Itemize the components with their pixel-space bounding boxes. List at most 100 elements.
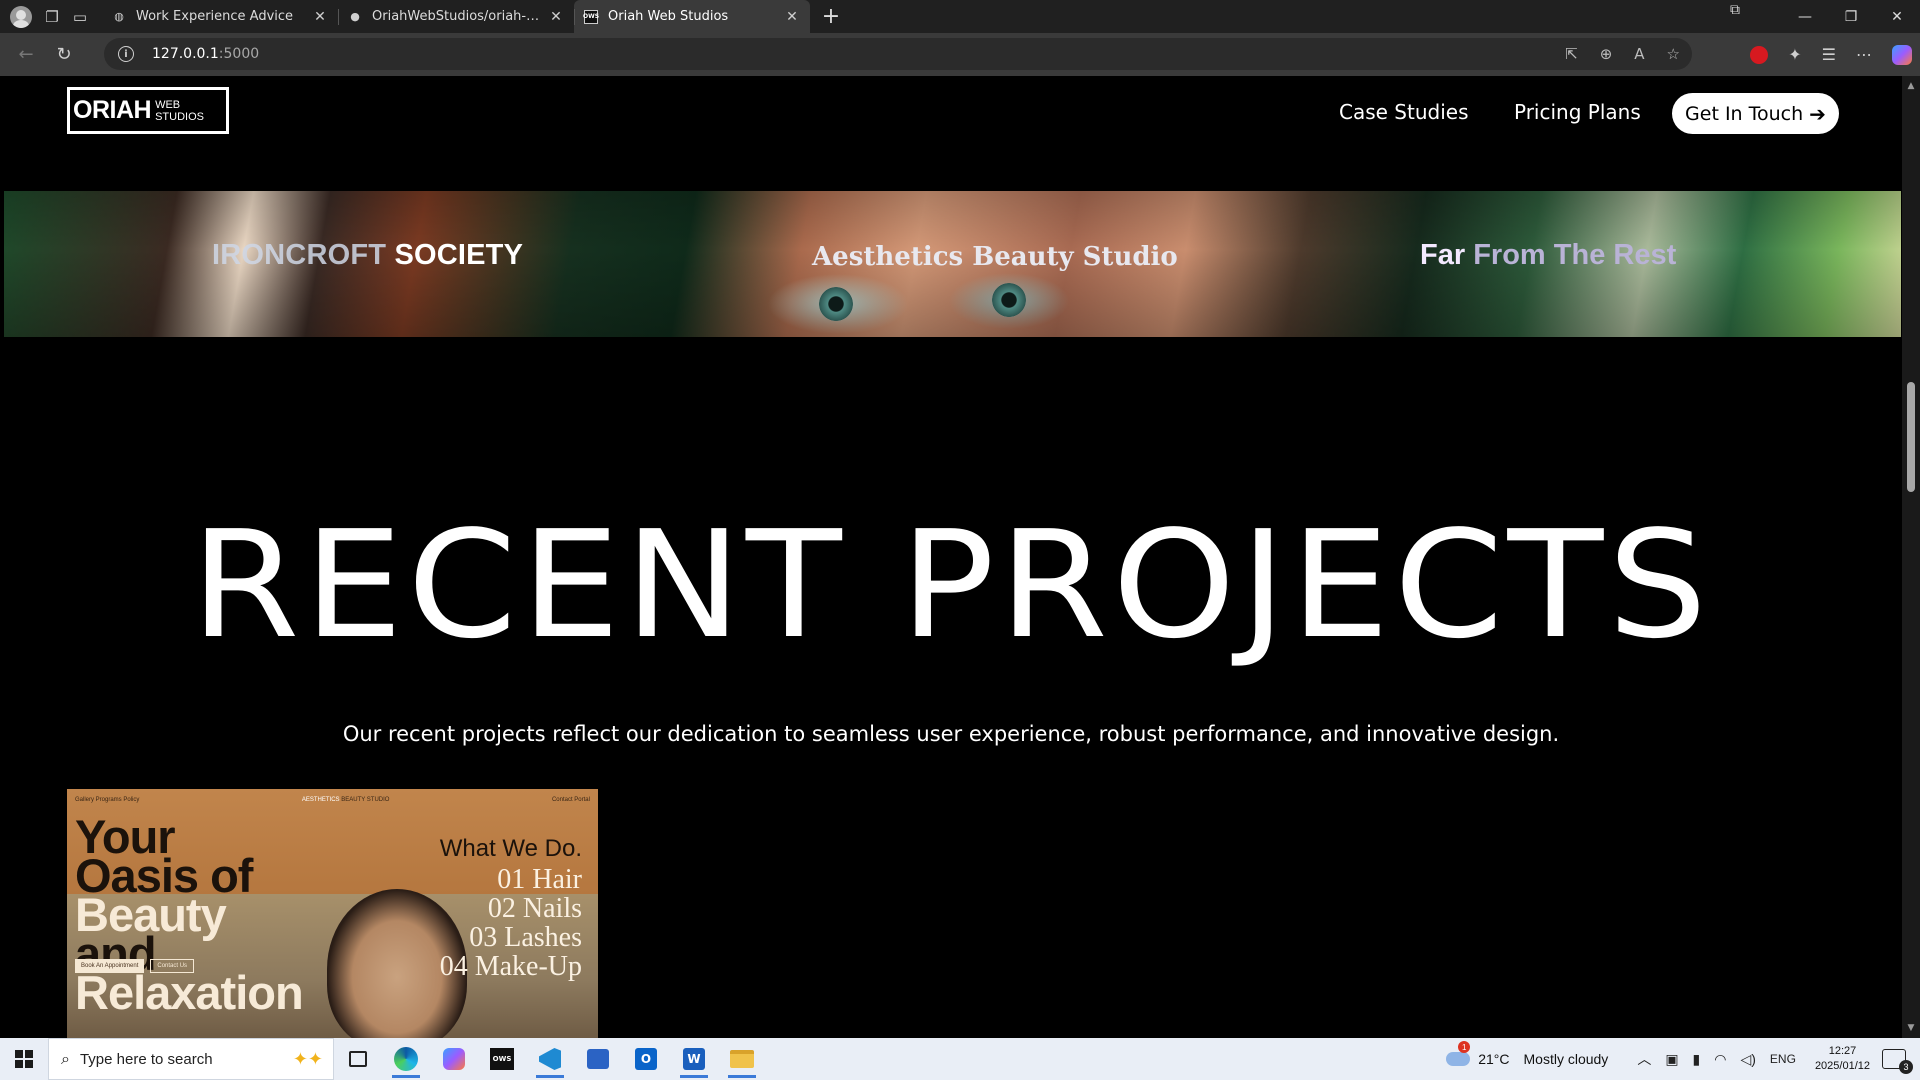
extension-icon[interactable] [1750,45,1769,64]
weather-widget[interactable]: 1 21°C Mostly cloudy [1446,1041,1608,1067]
page-viewport: ORIAH WEB STUDIOS Case Studies Pricing P… [0,76,1920,1038]
weather-alert-badge: 1 [1458,1041,1471,1053]
wifi-icon[interactable]: ◠ [1714,1051,1726,1068]
tab-title: OriahWebStudios/oriah-web-stud [372,9,548,24]
battery-icon[interactable]: ▮ [1693,1051,1701,1068]
github-icon: ● [350,10,360,23]
list-item: 02 Nails [487,893,582,924]
edge-icon [394,1047,418,1071]
new-tab-button[interactable]: + [816,2,846,32]
eye-decor [819,287,853,321]
folder-icon [730,1050,754,1068]
site-info-icon[interactable]: i [118,46,134,62]
copilot-app-icon [443,1048,465,1070]
tab-oriah-web-studios[interactable]: OWS Oriah Web Studios ✕ [574,0,810,33]
close-tab-icon[interactable]: ✕ [784,9,800,25]
toolbar-actions: ✦ ☰ ⋯ [1750,33,1912,76]
project-card-aesthetics[interactable]: Gallery Programs Policy AESTHETICS BEAUT… [67,789,598,1038]
volume-icon[interactable]: ◁) [1740,1051,1755,1068]
recent-projects-heading: RECENT PROJECTS [190,499,1712,671]
browser-toolbar: ← ↻ i 127.0.0.1:5000 ⇱ ⊕ A ☆ ✦ ☰ ⋯ [0,33,1920,76]
close-window-button[interactable]: ✕ [1874,0,1920,33]
card-buttons: Book An Appointment Contact Us [75,959,195,973]
tab-github-repo[interactable]: ● OriahWebStudios/oriah-web-stud ✕ [338,0,574,33]
nav-pricing-plans[interactable]: Pricing Plans [1514,100,1641,124]
arrow-right-icon: ➔ [1809,101,1826,126]
taskbar-oriah-app[interactable]: OWS [478,1038,526,1080]
site-header: ORIAH WEB STUDIOS Case Studies Pricing P… [0,76,1902,191]
address-bar-actions: ⇱ ⊕ A ☆ [1565,38,1680,70]
address-bar[interactable]: i 127.0.0.1:5000 ⇱ ⊕ A ☆ [104,38,1692,70]
language-indicator[interactable]: ENG [1770,1052,1796,1066]
recent-projects-subtitle: Our recent projects reflect our dedicati… [342,722,1560,746]
list-item: 04 Make-Up [439,951,582,982]
screen: ❐ ▭ ◍ Work Experience Advice ✕ ● OriahWe… [0,0,1920,1080]
taskbar-store[interactable] [574,1038,622,1080]
nav-case-studies[interactable]: Case Studies [1339,100,1469,124]
brand-far-from-the-rest[interactable]: Far From The Rest [1420,239,1676,272]
vscode-icon [539,1048,561,1070]
card-mini-nav: Gallery Programs Policy AESTHETICS BEAUT… [75,797,590,803]
word-icon: W [683,1048,705,1070]
notification-count: 3 [1899,1060,1913,1074]
windows-taskbar: ⌕ Type here to search ✦✦ OWS O W 1 21°C … [0,1038,1920,1080]
back-button[interactable]: ← [8,37,44,73]
scrollbar-thumb[interactable] [1907,382,1915,492]
more-menu-icon[interactable]: ⋯ [1856,45,1872,64]
get-in-touch-button[interactable]: Get In Touch ➔ [1672,93,1839,134]
list-item: 01 Hair [497,864,582,895]
taskbar-search[interactable]: ⌕ Type here to search ✦✦ [48,1038,334,1080]
site-logo[interactable]: ORIAH WEB STUDIOS [67,87,229,134]
read-aloud-icon[interactable]: A [1634,45,1644,63]
page-scrollbar[interactable]: ▲ ▼ [1902,76,1920,1038]
url-text: 127.0.0.1:5000 [152,46,260,62]
tab-title: Oriah Web Studios [608,9,729,24]
taskbar-file-explorer[interactable] [718,1038,766,1080]
task-view-button[interactable] [334,1038,382,1080]
favorite-star-icon[interactable]: ☆ [1667,45,1680,63]
store-icon [587,1049,609,1069]
taskbar-edge[interactable] [382,1038,430,1080]
logo-main-text: ORIAH [73,96,152,124]
task-view-icon [349,1051,367,1067]
refresh-button[interactable]: ↻ [46,37,82,73]
window-layout-icon[interactable]: ⧉ [1730,2,1740,18]
outlook-icon: O [635,1048,657,1070]
start-button[interactable] [0,1038,48,1080]
scroll-up-icon[interactable]: ▲ [1902,78,1920,94]
card-book-button: Book An Appointment [75,959,145,973]
minimize-button[interactable]: — [1782,0,1828,33]
restore-button[interactable]: ❐ [1828,0,1874,33]
system-tray: 1 21°C Mostly cloudy ︿ ▣ ▮ ◠ ◁) ENG 12:2… [1446,1038,1920,1080]
clock[interactable]: 12:27 2025/01/12 [1815,1044,1870,1074]
zoom-icon[interactable]: ⊕ [1600,45,1613,63]
scroll-down-icon[interactable]: ▼ [1902,1020,1920,1036]
tab-work-experience-advice[interactable]: ◍ Work Experience Advice ✕ [102,0,338,33]
window-controls: — ❐ ✕ [1782,0,1920,33]
extensions-puzzle-icon[interactable]: ✦ [1788,45,1801,64]
brand-ironcroft-society[interactable]: IRONCROFT SOCIETY [212,239,523,272]
search-icon: ⌕ [61,1049,70,1068]
close-tab-icon[interactable]: ✕ [312,9,328,25]
card-contact-button: Contact Us [150,959,195,973]
tab-actions-icon[interactable]: ▭ [66,3,94,31]
copilot-icon[interactable] [1892,44,1912,65]
taskbar-word[interactable]: W [670,1038,718,1080]
close-tab-icon[interactable]: ✕ [548,9,564,25]
open-in-app-icon[interactable]: ⇱ [1565,45,1578,63]
brand-aesthetics-beauty-studio[interactable]: Aesthetics Beauty Studio [812,242,1178,272]
notifications-button[interactable]: 3 [1882,1049,1913,1074]
meet-now-icon[interactable]: ▣ [1665,1051,1678,1068]
browser-tab-bar: ❐ ▭ ◍ Work Experience Advice ✕ ● OriahWe… [0,0,1920,33]
workspaces-icon[interactable]: ❐ [38,3,66,31]
client-brands-banner: IRONCROFT SOCIETY Aesthetics Beauty Stud… [4,191,1901,337]
taskbar-outlook[interactable]: O [622,1038,670,1080]
chevron-up-icon[interactable]: ︿ [1637,1049,1651,1069]
favorites-icon[interactable]: ☰ [1822,45,1836,64]
list-item: 03 Lashes [469,922,582,953]
card-headline: Your Oasis of Beauty and Relaxation [75,810,304,1019]
taskbar-vscode[interactable] [526,1038,574,1080]
search-placeholder: Type here to search [79,1050,213,1068]
taskbar-copilot[interactable] [430,1038,478,1080]
profile-avatar-icon[interactable] [10,5,32,28]
